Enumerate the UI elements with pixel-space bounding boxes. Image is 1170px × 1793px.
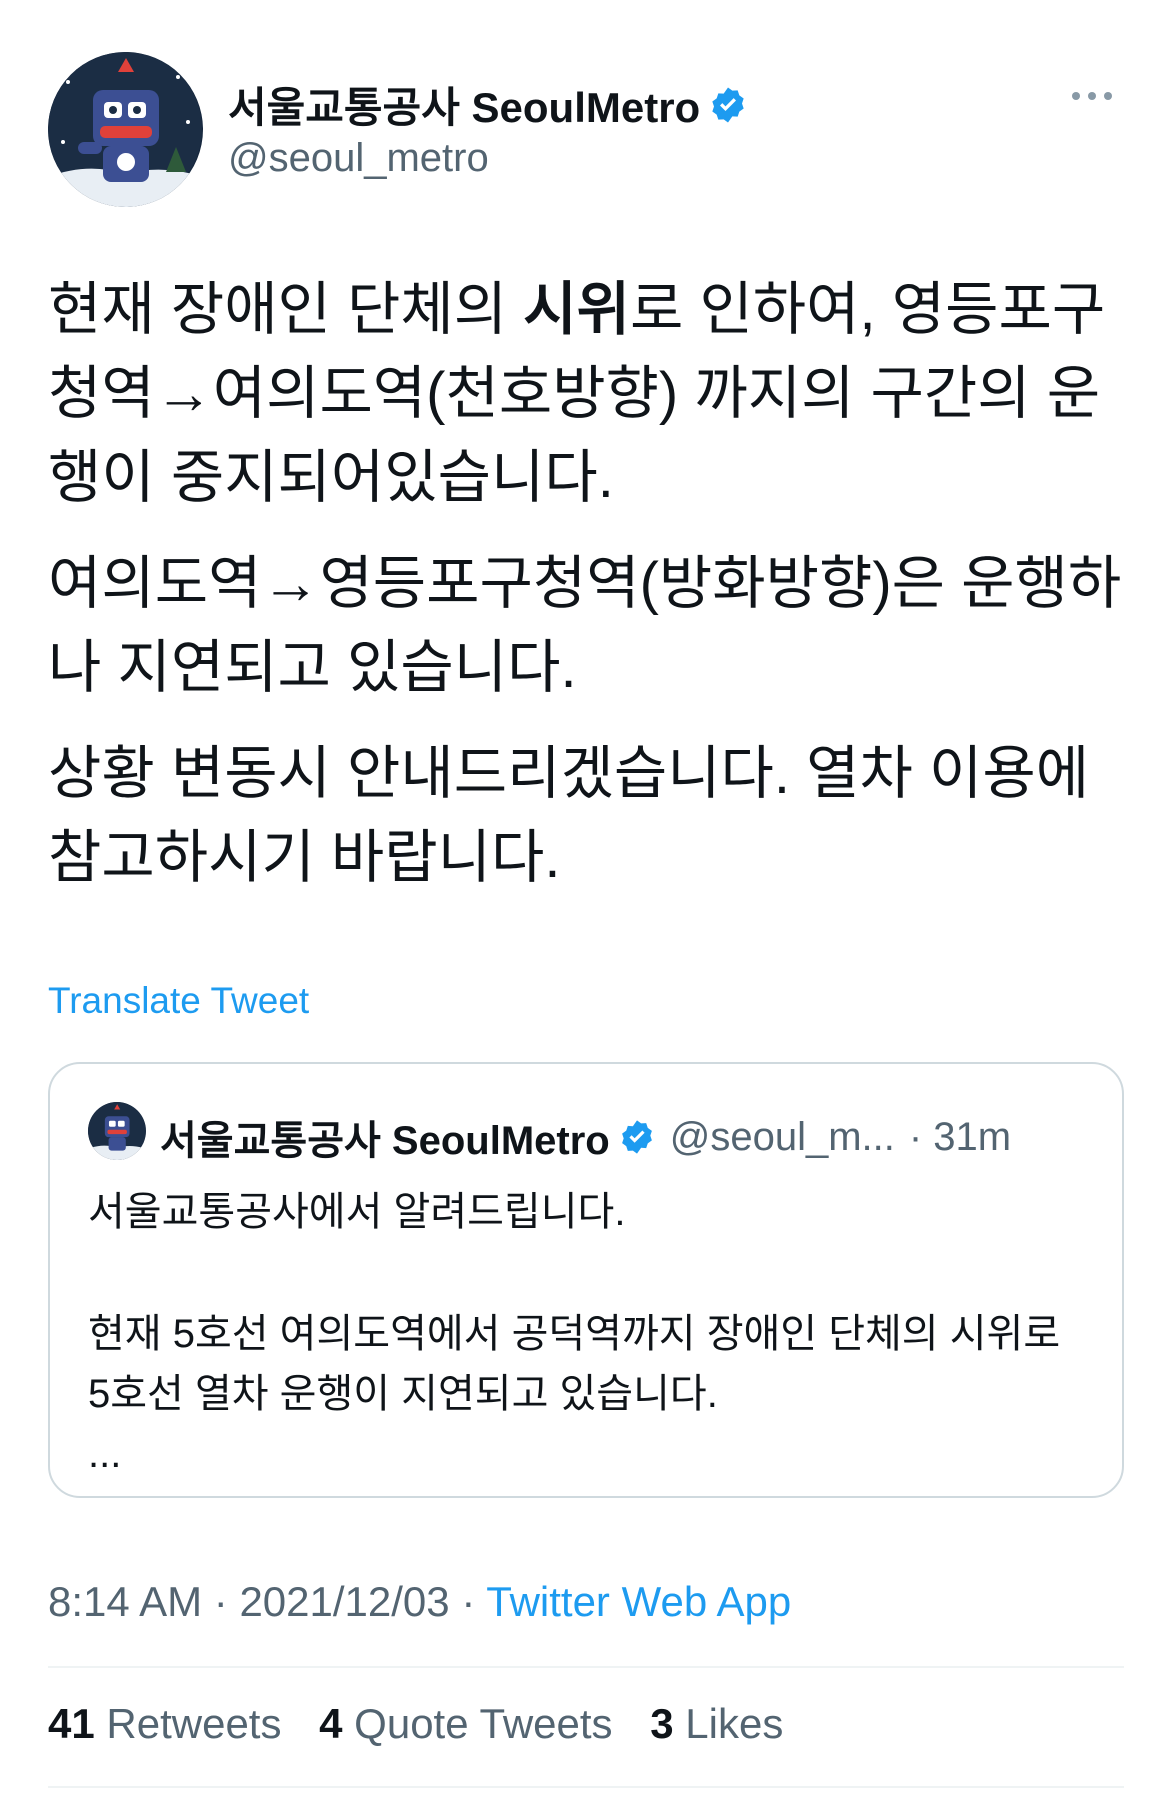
tweet-time[interactable]: 8:14 AM (48, 1578, 202, 1625)
quote-line: 현재 5호선 여의도역에서 공덕역까지 장애인 단체의 시위로 5호선 열차 운… (88, 1312, 1061, 1416)
tweet-date[interactable]: 2021/12/03 (239, 1578, 449, 1625)
quote-avatar[interactable] (88, 1102, 146, 1160)
likes-count: 3 (650, 1700, 674, 1747)
tweet-text-bold: 시위 (523, 277, 630, 342)
meta-separator: · (202, 1578, 240, 1625)
tweet-text-segment: 현재 장애인 단체의 (48, 277, 524, 342)
quote-tweets-count: 4 (319, 1700, 343, 1747)
quote-ellipsis: ... (88, 1432, 122, 1476)
engagement-stats: 41 Retweets 4 Quote Tweets 3 Likes (48, 1700, 809, 1748)
verified-badge-icon (621, 1120, 652, 1154)
likes-label: Likes (685, 1700, 784, 1747)
quote-display-name[interactable]: 서울교통공사 SeoulMetro (160, 1108, 610, 1166)
display-name[interactable]: 서울교통공사 SeoulMetro (228, 74, 700, 135)
tweet-paragraph-3: 상황 변동시 안내드리겠습니다. 열차 이용에 참고하시기 바랍니다. (48, 741, 1090, 890)
quote-line: 서울교통공사에서 알려드립니다. (88, 1190, 626, 1234)
tweet-header: 서울교통공사 SeoulMetro @seoul_metro (48, 52, 1128, 212)
divider (48, 1786, 1124, 1788)
tweet-paragraph-1: 현재 장애인 단체의 시위로 인하여, 영등포구청역→여의도역(천호방향) 까지… (48, 268, 1128, 520)
more-icon[interactable] (1068, 86, 1116, 106)
avatar[interactable] (48, 52, 203, 207)
divider (48, 1666, 1124, 1668)
retweets-label: Retweets (106, 1700, 282, 1747)
quote-handle[interactable]: @seoul_m... (670, 1115, 895, 1160)
tweet-detail-page: 서울교통공사 SeoulMetro @seoul_metro 현재 장애인 단체… (0, 0, 1170, 1793)
quote-tweets-stat[interactable]: 4 Quote Tweets (319, 1700, 612, 1747)
verified-badge-icon (712, 87, 744, 122)
tweet-meta: 8:14 AM · 2021/12/03 · Twitter Web App (48, 1578, 791, 1626)
quote-text: 서울교통공사에서 알려드립니다. 현재 5호선 여의도역에서 공덕역까지 장애인… (88, 1182, 1088, 1484)
quote-tweets-label: Quote Tweets (354, 1700, 613, 1747)
translate-tweet-link[interactable]: Translate Tweet (48, 980, 309, 1022)
tweet-text: 현재 장애인 단체의 시위로 인하여, 영등포구청역→여의도역(천호방향) 까지… (48, 268, 1128, 922)
meta-separator: · (449, 1578, 487, 1625)
retweets-count: 41 (48, 1700, 95, 1747)
quote-timestamp[interactable]: · 31m (909, 1115, 1011, 1160)
handle[interactable]: @seoul_metro (228, 136, 489, 181)
tweet-paragraph-2: 여의도역→영등포구청역(방화방향)은 운행하나 지연되고 있습니다. (48, 551, 1122, 700)
tweet-source-link[interactable]: Twitter Web App (486, 1578, 791, 1625)
likes-stat[interactable]: 3 Likes (650, 1700, 783, 1747)
quoted-tweet[interactable]: 서울교통공사 SeoulMetro @seoul_m... · 31m 서울교통… (48, 1062, 1124, 1498)
retweets-stat[interactable]: 41 Retweets (48, 1700, 281, 1747)
